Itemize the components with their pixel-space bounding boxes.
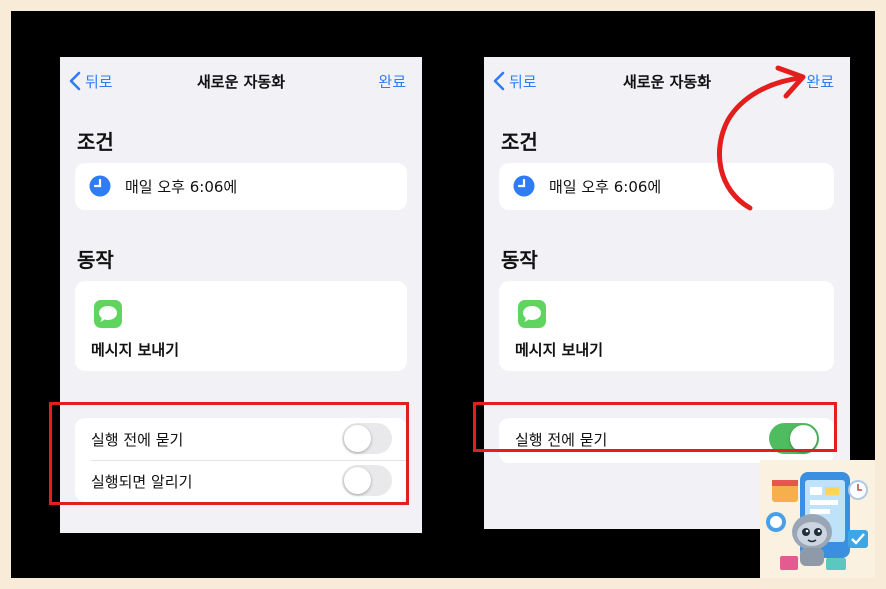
mascot-thumbnail [760,460,875,578]
robot-mascot-icon [760,460,875,578]
arrow-annotation-icon [716,65,806,211]
